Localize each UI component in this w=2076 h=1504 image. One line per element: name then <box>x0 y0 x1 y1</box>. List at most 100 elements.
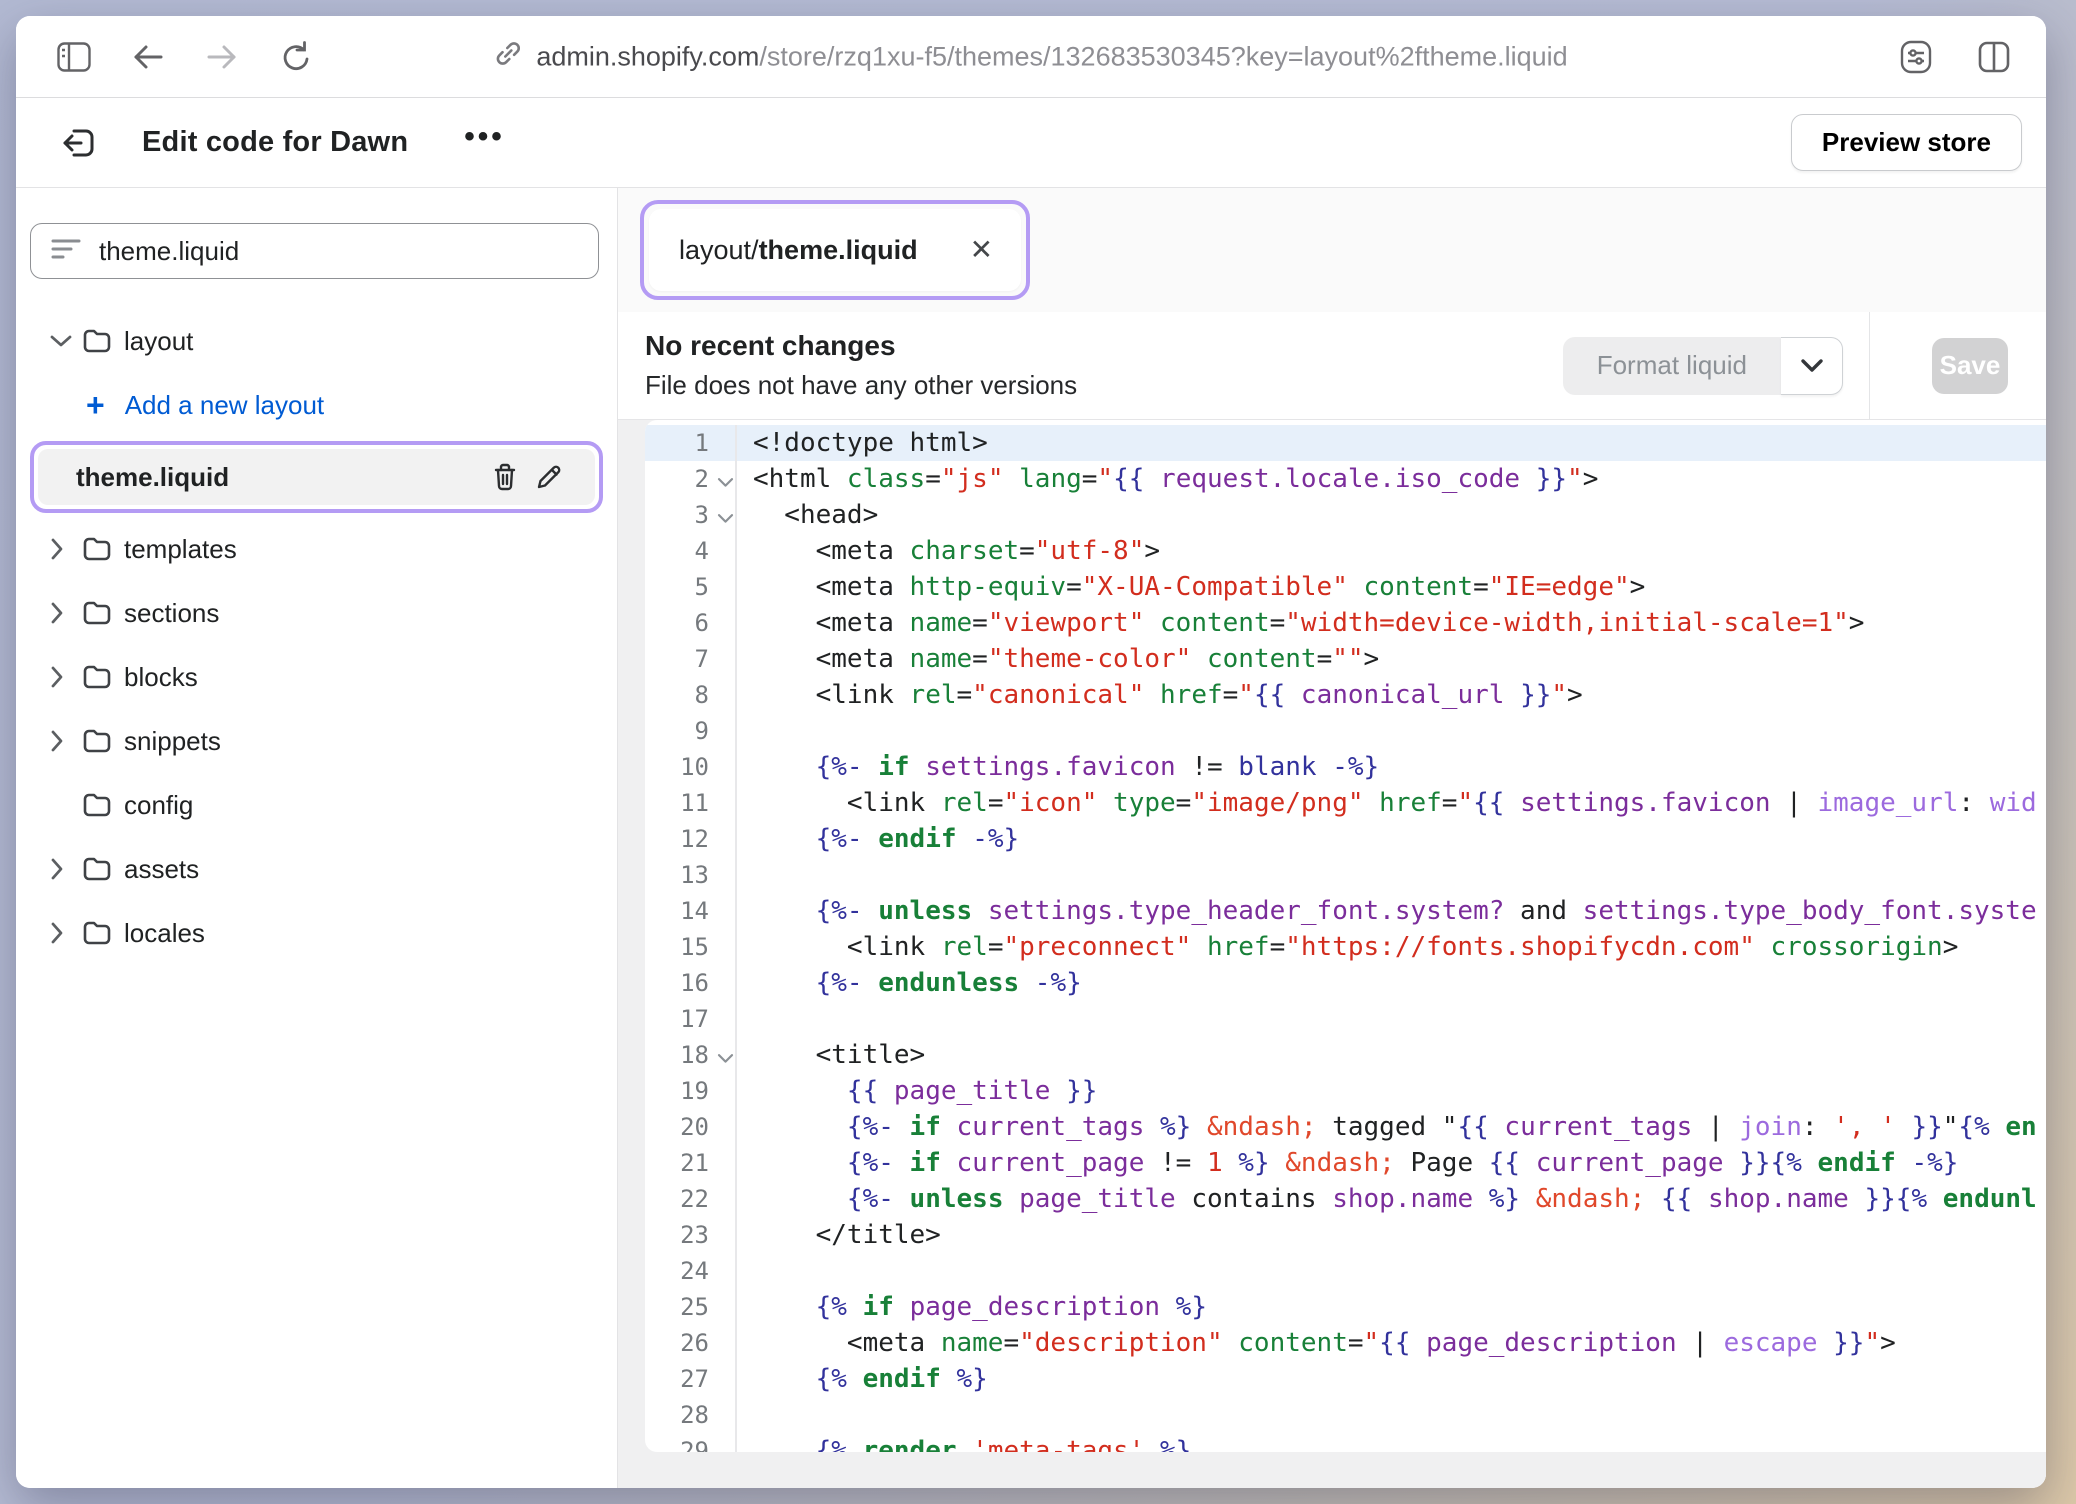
line-number: 24 <box>645 1253 737 1289</box>
reload-icon[interactable] <box>274 35 318 79</box>
preview-store-button[interactable]: Preview store <box>1791 114 2022 171</box>
format-dropdown-button[interactable] <box>1781 337 1843 395</box>
line-number: 8 <box>645 677 737 713</box>
code-line-1[interactable]: 1<!doctype html> <box>645 425 2046 461</box>
code-line-22[interactable]: 22 {%- unless page_title contains shop.n… <box>645 1181 2046 1217</box>
line-number: 20 <box>645 1109 737 1145</box>
code-line-10[interactable]: 10 {%- if settings.favicon != blank -%} <box>645 749 2046 785</box>
code-line-14[interactable]: 14 {%- unless settings.type_header_font.… <box>645 893 2046 929</box>
code-line-19[interactable]: 19 {{ page_title }} <box>645 1073 2046 1109</box>
line-number: 16 <box>645 965 737 1001</box>
chevron-right-icon[interactable] <box>50 858 82 880</box>
code-text: <meta name="theme-color" content=""> <box>737 644 1379 674</box>
chevron-right-icon[interactable] <box>50 538 82 560</box>
rename-file-button[interactable] <box>527 463 571 491</box>
fold-chevron-icon[interactable] <box>717 1042 734 1070</box>
code-line-4[interactable]: 4 <meta charset="utf-8"> <box>645 533 2046 569</box>
folder-item-sections[interactable]: sections <box>16 581 617 645</box>
file-search-input[interactable]: theme.liquid <box>30 223 599 279</box>
code-line-26[interactable]: 26 <meta name="description" content="{{ … <box>645 1325 2046 1361</box>
tab-layout-theme-liquid[interactable]: layout/theme.liquid ✕ <box>649 209 1021 291</box>
chevron-right-icon[interactable] <box>50 730 82 752</box>
code-line-20[interactable]: 20 {%- if current_tags %} &ndash; tagged… <box>645 1109 2046 1145</box>
code-line-8[interactable]: 8 <link rel="canonical" href="{{ canonic… <box>645 677 2046 713</box>
code-line-23[interactable]: 23 </title> <box>645 1217 2046 1253</box>
folder-item-locales[interactable]: locales <box>16 901 617 965</box>
delete-file-button[interactable] <box>483 463 527 491</box>
sidebar-toggle-icon[interactable] <box>52 35 96 79</box>
code-text: <title> <box>737 1040 925 1070</box>
code-line-17[interactable]: 17 <box>645 1001 2046 1037</box>
code-text: {{ page_title }} <box>737 1076 1097 1106</box>
link-icon <box>494 39 522 74</box>
code-lines: 1<!doctype html>2<html class="js" lang="… <box>645 425 2046 1452</box>
folder-item-layout[interactable]: layout <box>16 309 617 373</box>
more-actions-button[interactable]: ••• <box>464 122 505 164</box>
editor-main: layout/theme.liquid ✕ No recent changes … <box>618 188 2046 1488</box>
file-item-theme-liquid[interactable]: theme.liquid <box>38 449 595 505</box>
code-line-21[interactable]: 21 {%- if current_page != 1 %} &ndash; P… <box>645 1145 2046 1181</box>
code-line-27[interactable]: 27 {% endif %} <box>645 1361 2046 1397</box>
code-text: {%- endunless -%} <box>737 968 1082 998</box>
code-text: <html class="js" lang="{{ request.locale… <box>737 464 1598 494</box>
line-number: 6 <box>645 605 737 641</box>
code-text: {%- if settings.favicon != blank -%} <box>737 752 1379 782</box>
file-tree: layout+Add a new layout theme.liquid templ… <box>16 309 617 965</box>
code-line-29[interactable]: 29 {% render 'meta-tags' %} <box>645 1433 2046 1452</box>
code-line-11[interactable]: 11 <link rel="icon" type="image/png" hre… <box>645 785 2046 821</box>
page-settings-icon[interactable] <box>1894 35 1938 79</box>
browser-window: admin.shopify.com/store/rzq1xu-f5/themes… <box>16 16 2046 1488</box>
code-line-5[interactable]: 5 <meta http-equiv="X-UA-Compatible" con… <box>645 569 2046 605</box>
folder-item-config[interactable]: config <box>16 773 617 837</box>
line-number: 19 <box>645 1073 737 1109</box>
line-number: 28 <box>645 1397 737 1433</box>
folder-item-templates[interactable]: templates <box>16 517 617 581</box>
line-number: 12 <box>645 821 737 857</box>
line-number: 9 <box>645 713 737 749</box>
code-editor[interactable]: 1<!doctype html>2<html class="js" lang="… <box>645 420 2046 1452</box>
code-line-28[interactable]: 28 <box>645 1397 2046 1433</box>
code-line-6[interactable]: 6 <meta name="viewport" content="width=d… <box>645 605 2046 641</box>
code-line-16[interactable]: 16 {%- endunless -%} <box>645 965 2046 1001</box>
folder-icon <box>82 600 122 626</box>
folder-item-blocks[interactable]: blocks <box>16 645 617 709</box>
chevron-down-icon <box>1800 358 1824 374</box>
browser-toolbar: admin.shopify.com/store/rzq1xu-f5/themes… <box>16 16 2046 98</box>
code-text: <meta name="description" content="{{ pag… <box>737 1328 1896 1358</box>
code-line-25[interactable]: 25 {% if page_description %} <box>645 1289 2046 1325</box>
save-button[interactable]: Save <box>1932 338 2008 394</box>
folder-icon <box>82 664 122 690</box>
split-view-icon[interactable] <box>1972 35 2016 79</box>
exit-editor-icon[interactable] <box>56 119 104 167</box>
code-line-9[interactable]: 9 <box>645 713 2046 749</box>
close-tab-icon[interactable]: ✕ <box>970 236 993 264</box>
line-number: 1 <box>645 425 737 461</box>
chevron-right-icon[interactable] <box>50 922 82 944</box>
code-line-24[interactable]: 24 <box>645 1253 2046 1289</box>
code-line-2[interactable]: 2<html class="js" lang="{{ request.local… <box>645 461 2046 497</box>
add-new-layout-link[interactable]: +Add a new layout <box>16 373 617 437</box>
chevron-right-icon[interactable] <box>50 666 82 688</box>
file-sidebar: theme.liquid layout+Add a new layout them… <box>16 188 618 1488</box>
tab-strip: layout/theme.liquid ✕ <box>618 188 2046 312</box>
address-bar[interactable]: admin.shopify.com/store/rzq1xu-f5/themes… <box>494 39 1567 74</box>
code-line-12[interactable]: 12 {%- endif -%} <box>645 821 2046 857</box>
code-line-15[interactable]: 15 <link rel="preconnect" href="https://… <box>645 929 2046 965</box>
filter-icon <box>51 237 81 266</box>
folder-item-assets[interactable]: assets <box>16 837 617 901</box>
code-line-3[interactable]: 3 <head> <box>645 497 2046 533</box>
chevron-right-icon[interactable] <box>50 602 82 624</box>
code-line-7[interactable]: 7 <meta name="theme-color" content=""> <box>645 641 2046 677</box>
fold-chevron-icon[interactable] <box>717 502 734 530</box>
tab-file-name: theme.liquid <box>759 235 918 265</box>
code-line-18[interactable]: 18 <title> <box>645 1037 2046 1073</box>
code-line-13[interactable]: 13 <box>645 857 2046 893</box>
back-icon[interactable] <box>126 35 170 79</box>
fold-chevron-icon[interactable] <box>717 466 734 494</box>
tab-path-prefix: layout/ <box>679 235 759 265</box>
code-text: {% render 'meta-tags' %} <box>737 1436 1191 1452</box>
forward-icon <box>200 35 244 79</box>
folder-item-snippets[interactable]: snippets <box>16 709 617 773</box>
format-liquid-button[interactable]: Format liquid <box>1563 337 1781 395</box>
chevron-down-icon[interactable] <box>50 334 82 348</box>
